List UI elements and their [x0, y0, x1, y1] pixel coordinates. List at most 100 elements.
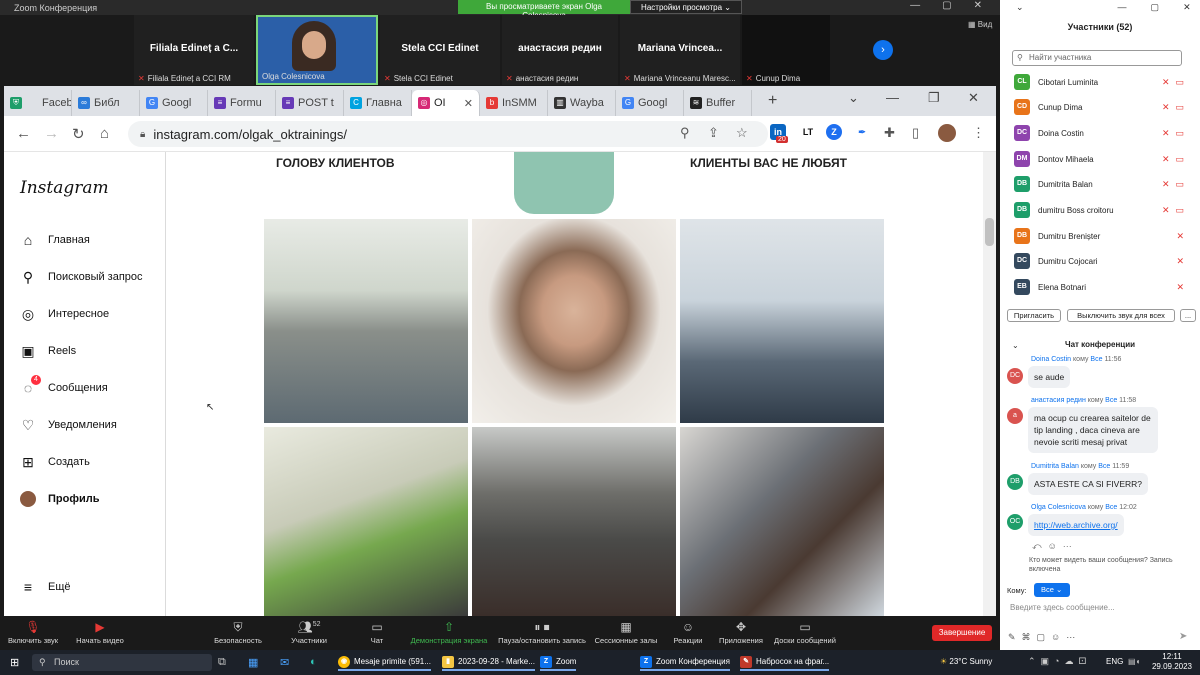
- view-settings-dropdown[interactable]: Настройки просмотра ⌄: [630, 0, 742, 14]
- send-icon[interactable]: ➤: [1179, 631, 1187, 642]
- video-tile[interactable]: Filiala Edineț a C... ✕ Filiala Edineț a …: [134, 15, 254, 85]
- taskbar-search-input[interactable]: ⚲ Поиск: [32, 654, 212, 671]
- close-icon[interactable]: ✕: [1183, 2, 1191, 13]
- unmute-button[interactable]: 🎙︎ Включить звук: [4, 620, 62, 645]
- z-extension-icon[interactable]: Z: [826, 124, 842, 140]
- back-arrow-icon[interactable]: ←: [16, 125, 31, 142]
- participant-row[interactable]: CD Cunup Dima ✕▭: [1014, 98, 1190, 116]
- ig-nav-create[interactable]: ⊞ Создать: [20, 454, 90, 470]
- ig-nav-home[interactable]: ⌂ Главная: [20, 232, 90, 248]
- chat-link[interactable]: http://web.archive.org/: [1034, 520, 1118, 530]
- share-icon[interactable]: ⇪: [708, 125, 719, 141]
- grid-photo-conference-room[interactable]: [680, 219, 884, 423]
- grid-photo-portrait[interactable]: [472, 219, 676, 423]
- participant-row[interactable]: DB dumitru Boss croitoru ✕▭: [1014, 201, 1190, 219]
- browser-tab[interactable]: ≡ POST t: [276, 90, 344, 116]
- participant-search-input[interactable]: ⚲ Найти участника: [1012, 50, 1182, 66]
- ig-nav-explore[interactable]: ◎ Интересное: [20, 306, 109, 322]
- invite-button[interactable]: Пригласить: [1007, 309, 1061, 322]
- security-button[interactable]: ⛨ Безопасность: [208, 620, 268, 645]
- chat-recipient-select[interactable]: Все ⌄: [1034, 583, 1070, 597]
- profile-avatar[interactable]: [938, 124, 956, 142]
- language-indicator[interactable]: ENG: [1106, 657, 1123, 666]
- minimize-icon[interactable]: —: [1118, 2, 1127, 13]
- chevron-down-icon[interactable]: ⌄: [1016, 2, 1024, 13]
- participant-row[interactable]: DC Doina Costin ✕▭: [1014, 124, 1190, 142]
- ig-nav-profile[interactable]: Профиль: [20, 491, 99, 507]
- ig-nav-messages[interactable]: ◌ 4 Сообщения: [20, 375, 108, 396]
- participant-row[interactable]: DB Dumitru Brenișter ✕: [1014, 227, 1190, 245]
- ig-nav-search[interactable]: ⚲ Поисковый запрос: [20, 269, 143, 285]
- post-thumbnail-top[interactable]: [514, 152, 614, 214]
- browser-tab[interactable]: ≋ Buffer: [684, 90, 752, 116]
- taskbar-app-snipping[interactable]: ✎ Набросок на фраг...: [740, 654, 830, 671]
- lt-extension-icon[interactable]: LT: [800, 124, 816, 140]
- restore-icon[interactable]: ❐: [928, 90, 940, 106]
- home-icon[interactable]: ⌂: [100, 125, 109, 142]
- minimize-icon[interactable]: —: [886, 90, 899, 105]
- end-meeting-button[interactable]: Завершение: [932, 625, 992, 641]
- close-icon[interactable]: ✕: [974, 0, 982, 11]
- browser-tab[interactable]: b InSMM: [480, 90, 548, 116]
- participant-row[interactable]: DM Dontov Mihaela ✕▭: [1014, 150, 1190, 168]
- grid-photo-workshop[interactable]: [264, 427, 468, 616]
- whiteboards-button[interactable]: ▭ Доски сообщений: [770, 620, 840, 645]
- minimize-icon[interactable]: —: [910, 0, 920, 11]
- weather-widget[interactable]: ☀ 23°C Sunny: [940, 657, 992, 666]
- browser-tab[interactable]: ⛨ Faceb: [4, 90, 72, 116]
- new-tab-plus-icon[interactable]: +: [768, 92, 777, 110]
- forward-arrow-icon[interactable]: →: [44, 125, 59, 142]
- browser-tab[interactable]: G Googl: [140, 90, 208, 116]
- pause-recording-button[interactable]: ⏸ ⏹ Пауза/остановить запись: [494, 620, 590, 645]
- system-tray-icons[interactable]: ⌃▣◔☁⚀: [1028, 656, 1091, 667]
- chat-message-link[interactable]: http://web.archive.org/: [1028, 514, 1124, 536]
- apps-button[interactable]: ✥ Приложения: [716, 620, 766, 645]
- more-options-button[interactable]: ...: [1180, 309, 1196, 322]
- mute-all-button[interactable]: Выключить звук для всех: [1067, 309, 1175, 322]
- side-panel-icon[interactable]: ▯: [912, 125, 919, 141]
- maximize-icon[interactable]: ▢: [1151, 2, 1160, 13]
- grid-photo-speaker[interactable]: [680, 427, 884, 616]
- video-tile[interactable]: Mariana Vrincea... ✕ Mariana Vrinceanu Ma…: [620, 15, 740, 85]
- video-tile-active-speaker[interactable]: Olga Colesnicova: [256, 15, 378, 85]
- grid-photo-seminar-hall[interactable]: [264, 219, 468, 423]
- chat-message-input[interactable]: Введите здесь сообщение...: [1010, 603, 1115, 612]
- edge-icon[interactable]: ◐: [310, 656, 317, 668]
- participants-button[interactable]: 👥︎52 Участники: [284, 620, 334, 645]
- close-icon[interactable]: ✕: [968, 90, 979, 106]
- scrollbar-thumb[interactable]: [985, 218, 994, 246]
- next-page-arrow-icon[interactable]: ›: [873, 40, 893, 60]
- mail-icon[interactable]: ✉: [280, 656, 289, 669]
- taskbar-clock[interactable]: 12:11 29.09.2023: [1152, 652, 1192, 672]
- instagram-logo[interactable]: Instagram: [20, 178, 109, 198]
- participant-row[interactable]: CL Cibotari Luminita ✕▭: [1014, 73, 1190, 91]
- extensions-puzzle-icon[interactable]: ✚: [884, 125, 895, 141]
- participant-row[interactable]: DB Dumitrita Balan ✕▭: [1014, 175, 1190, 193]
- taskbar-app-zoom[interactable]: Z Zoom: [540, 654, 577, 671]
- browser-tab-active[interactable]: ◎ OI ✕: [412, 90, 480, 116]
- browser-tab[interactable]: ▥ Wayba: [548, 90, 616, 116]
- taskbar-app-zoom-meeting[interactable]: Z Zoom Конференция: [640, 654, 730, 671]
- chat-visibility-note[interactable]: Кто может видеть ваши сообщения? Запись …: [1017, 556, 1195, 574]
- menu-kebab-icon[interactable]: ⋮: [972, 125, 985, 141]
- tab-search-chevron-icon[interactable]: ⌄: [848, 90, 859, 106]
- taskbar-app-chrome[interactable]: ◉ Mesaje primite (591...: [338, 654, 431, 671]
- maximize-icon[interactable]: ▢: [942, 0, 951, 11]
- ig-nav-reels[interactable]: ▣ Reels: [20, 343, 76, 359]
- breakout-rooms-button[interactable]: ▦ Сессионные залы: [592, 620, 660, 645]
- browser-tab[interactable]: ∞ Библ: [72, 90, 140, 116]
- video-tile[interactable]: ✕ Cunup Dima: [742, 15, 830, 85]
- tray-icons[interactable]: ▤◖: [1128, 657, 1140, 666]
- browser-tab[interactable]: G Googl: [616, 90, 684, 116]
- ig-nav-more[interactable]: ≡ Ещё: [20, 579, 71, 595]
- browser-tab[interactable]: C Главна: [344, 90, 412, 116]
- reload-icon[interactable]: ↻: [72, 125, 85, 143]
- widgets-icon[interactable]: ▦: [248, 656, 258, 669]
- share-screen-button[interactable]: ⇧ Демонстрация экрана: [406, 620, 492, 645]
- close-tab-icon[interactable]: ✕: [464, 97, 473, 110]
- address-bar[interactable]: 🔒︎ instagram.com/olgak_oktrainings/: [128, 121, 768, 147]
- chat-toolbar-icons[interactable]: ✎⌘▢☺⋯: [1008, 632, 1081, 643]
- participant-row[interactable]: DC Dumitru Cojocari ✕: [1014, 252, 1190, 270]
- message-reaction-icons[interactable]: ⤺☺⋯: [1032, 541, 1078, 552]
- task-view-icon[interactable]: ⧉: [218, 656, 226, 669]
